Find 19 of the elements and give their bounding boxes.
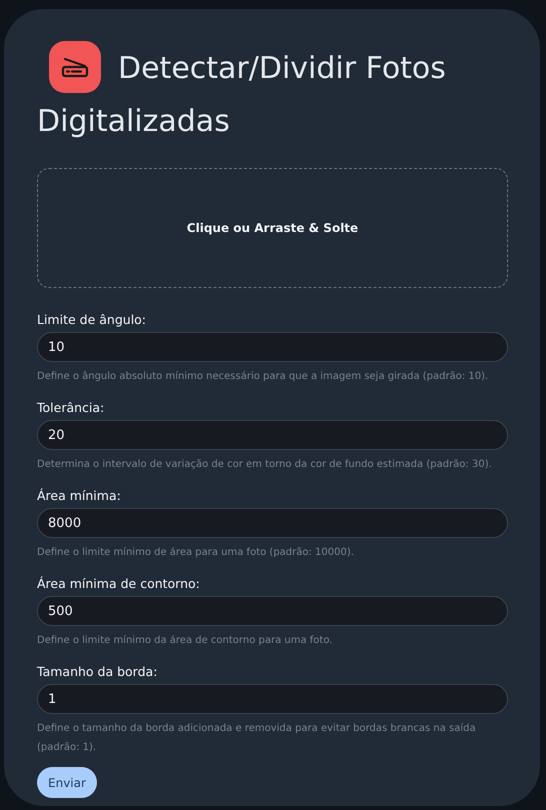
help-text: Define o limite mínimo da área de contorno para uma foto. [37, 634, 334, 648]
input-field[interactable]: 8000 [37, 508, 508, 538]
input-field[interactable]: 500 [37, 596, 508, 626]
field-label: Tolerância: [37, 400, 106, 416]
submit-button[interactable]: Enviar [37, 767, 97, 798]
help-text: Define o ângulo absoluto mínimo necessário para que a imagem seja girada (padrão: 10). [37, 370, 490, 384]
input-field[interactable]: 10 [37, 332, 508, 362]
field-label: Área mínima: [37, 488, 122, 504]
field-label: Limite de ângulo: [37, 312, 148, 328]
field-label: Tamanho da borda: [37, 664, 158, 680]
help-text: Define o limite mínimo de área para uma foto (padrão: 10000). [37, 546, 355, 560]
help-text: Determina o intervalo de variação de cor em torno da cor de fundo estimada (padrão: 30). [37, 458, 493, 472]
field-label: Área mínima de contorno: [37, 576, 201, 592]
scanner-icon [49, 41, 101, 93]
help-text: Define o tamanho da borda adicionada e removida para evitar bordas brancas na saída (padrão: 1). [37, 722, 477, 755]
input-field[interactable]: 1 [37, 684, 508, 714]
page-title: Detectar/Dividir Fotos Digitalizadas [37, 41, 508, 145]
input-field[interactable]: 20 [37, 420, 508, 450]
upload-dropzone[interactable]: Clique ou Arraste & Solte [37, 168, 508, 288]
